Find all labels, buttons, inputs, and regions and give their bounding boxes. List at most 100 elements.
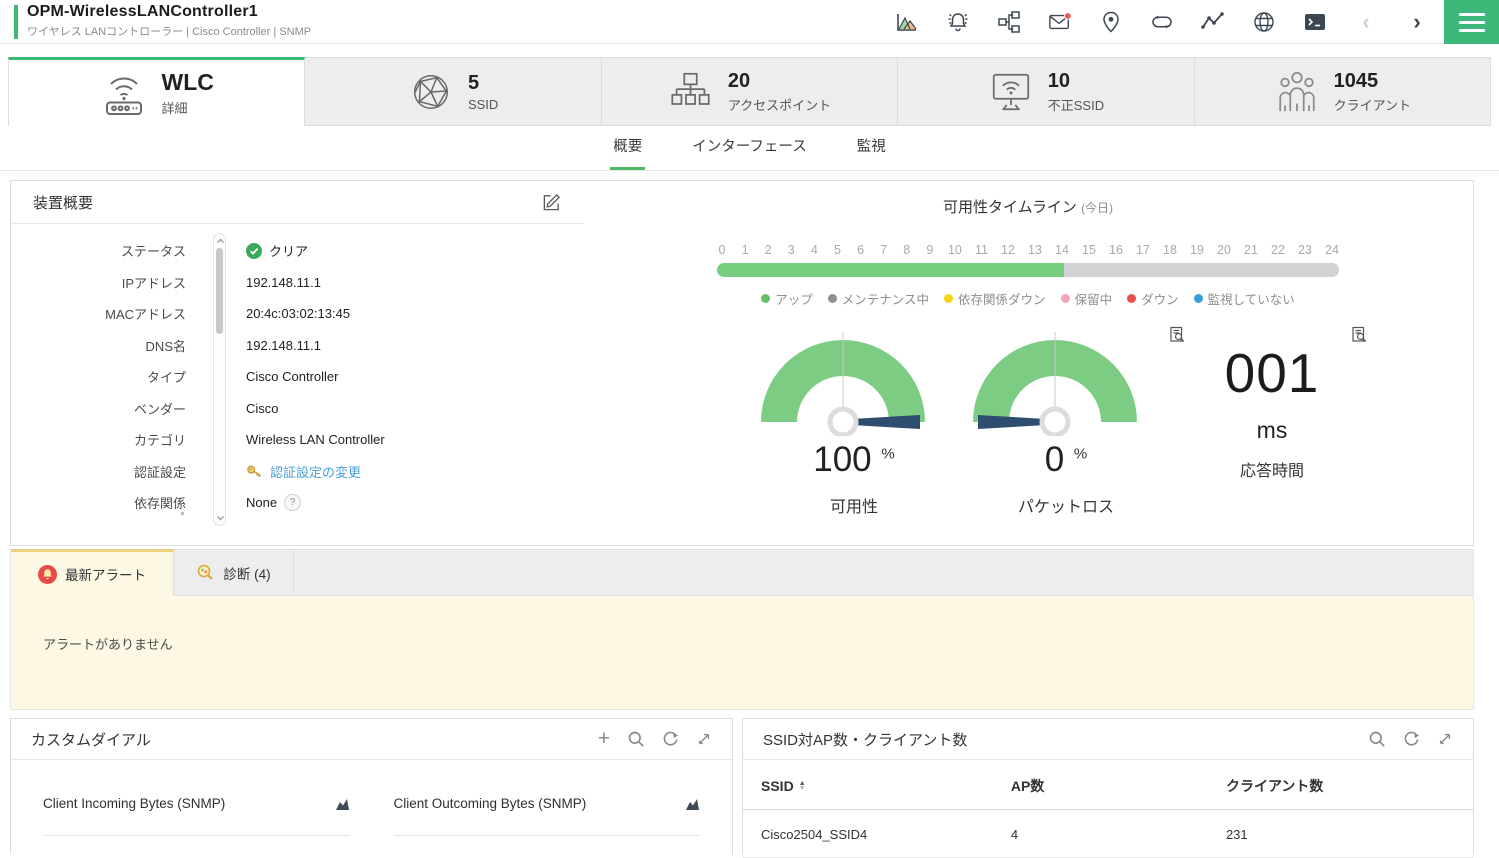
ssid-ap-clients-panel: SSID対AP数・クライアント数 SSID ▲ ▼ AP数 クライアント数 Cis…	[742, 718, 1474, 858]
legend-dot-up	[761, 294, 771, 303]
legend-dot-maintenance	[827, 294, 837, 303]
mail-icon[interactable]	[1048, 10, 1072, 34]
tab-monitoring[interactable]: 監視	[854, 127, 889, 170]
mini-chart-icon	[685, 797, 700, 810]
cell-client-count: 231	[1225, 827, 1248, 842]
chevron-left-icon[interactable]: ‹	[1354, 10, 1378, 34]
alerts-empty-message: アラートがありません	[43, 637, 173, 652]
summary-tab-access-points[interactable]: 20 アクセスポイント	[601, 57, 899, 126]
custom-dials-panel: カスタムダイアル + Client Incoming Bytes (SNMP) …	[10, 718, 733, 854]
status-clear-icon	[246, 242, 262, 259]
alarm-bell-icon[interactable]	[946, 10, 970, 34]
field-credentials: 認証設定 認証設定の変更	[11, 456, 583, 488]
device-summary-title: 装置概要	[33, 194, 94, 212]
workflow-icon[interactable]	[997, 10, 1021, 34]
globe-icon[interactable]	[1252, 10, 1276, 34]
performance-chart-icon[interactable]	[895, 10, 919, 34]
rogue-ssid-monitor-icon	[988, 69, 1034, 115]
availability-gauge: 100 % 可用性	[748, 330, 960, 517]
field-vendor: ベンダー Cisco	[133, 400, 279, 417]
mini-chart-icon	[335, 797, 350, 810]
legend-dot-down	[1127, 294, 1137, 303]
dns-value: 192.148.11.1	[246, 337, 321, 353]
overview-panel: 装置概要 ステータス クリア IPアドレス 192.148.11.1 MACアド…	[10, 180, 1474, 546]
clients-group-icon	[1274, 69, 1320, 115]
summary-tab-clients[interactable]: 1045 クライアント	[1194, 57, 1492, 126]
report-icon[interactable]	[1350, 326, 1368, 344]
tab-diagnostics[interactable]: 診断 (4)	[174, 549, 294, 596]
summary-tab-value: 1045	[1333, 69, 1379, 92]
summary-tab-label: 不正SSID	[1047, 97, 1105, 113]
summary-tab-wlc[interactable]: WLC 詳細	[8, 57, 306, 126]
tab-latest-alerts[interactable]: 最新アラート	[11, 549, 174, 596]
availability-timeline-bar[interactable]	[717, 263, 1339, 277]
dependency-value: None	[246, 495, 278, 511]
ssid-table-row[interactable]: Cisco2504_SSID4 4 231	[743, 810, 1473, 858]
line-graph-icon[interactable]	[1201, 10, 1225, 34]
timeline-legend: アップ メンテナンス中 依存関係ダウン 保留中 ダウン 監視していない	[717, 289, 1339, 308]
refresh-icon[interactable]	[662, 731, 679, 748]
availability-section: 可用性タイムライン (今日) 0 1 2 3 4 5 6 7 8 9 10 11 12 13 14 15 16 1…	[583, 181, 1473, 545]
page-title: OPM-WirelessLANController1	[27, 3, 258, 20]
summary-tab-label: SSID	[467, 96, 499, 112]
expand-icon[interactable]	[1437, 731, 1453, 747]
add-dial-button[interactable]: +	[598, 728, 610, 749]
field-dependency: 依存関係 None ?	[11, 487, 583, 519]
col-ssid-header[interactable]: SSID	[761, 778, 794, 794]
summary-tab-value: 20	[727, 69, 751, 92]
scroll-cutoff-hint	[181, 511, 184, 515]
col-ap-header[interactable]: AP数	[1011, 776, 1226, 796]
nav-tabs: 概要 インターフェース 監視	[0, 127, 1499, 171]
packet-loss-gauge: 0 % パケットロス	[960, 326, 1185, 517]
tab-overview[interactable]: 概要	[610, 127, 646, 170]
summary-tab-value: WLC	[161, 68, 214, 95]
dial-client-incoming-bytes[interactable]: Client Incoming Bytes (SNMP)	[43, 796, 350, 836]
col-clients-header[interactable]: クライアント数	[1226, 776, 1455, 796]
mac-value: 20:4c:03:02:13:45	[246, 306, 351, 322]
cell-ap-count: 4	[1010, 827, 1019, 842]
search-icon[interactable]	[627, 730, 645, 748]
field-ip: IPアドレス 192.148.11.1	[121, 274, 321, 291]
response-time-label: 応答時間	[1239, 463, 1304, 480]
availability-value: 100 %	[813, 440, 895, 479]
packet-loss-label: パケットロス	[1017, 499, 1114, 516]
sort-icon[interactable]: ▲ ▼	[799, 780, 806, 792]
link-loop-icon[interactable]	[1150, 10, 1174, 34]
legend-dot-unmonitored	[1193, 294, 1203, 303]
location-pin-icon[interactable]	[1099, 10, 1123, 34]
field-dns: DNS名 192.148.11.1	[145, 337, 321, 354]
status-value: クリア	[269, 244, 309, 260]
custom-dials-title: カスタムダイアル	[31, 731, 151, 749]
edit-icon[interactable]	[542, 193, 561, 212]
legend-dot-pending	[1060, 294, 1070, 303]
expand-icon[interactable]	[696, 731, 712, 747]
search-icon[interactable]	[1368, 730, 1386, 748]
menu-hamburger-button[interactable]	[1444, 0, 1499, 44]
chevron-right-icon[interactable]: ›	[1405, 10, 1429, 34]
ssid-sphere-icon	[408, 69, 454, 115]
help-icon[interactable]: ?	[284, 494, 302, 512]
tab-interfaces[interactable]: インターフェース	[689, 127, 809, 170]
terminal-icon[interactable]	[1303, 10, 1327, 34]
summary-tab-rogue-ssid[interactable]: 10 不正SSID	[898, 57, 1195, 126]
vendor-value: Cisco	[246, 400, 279, 416]
summary-tab-ssid[interactable]: 5 SSID	[305, 57, 602, 126]
page-subtitle: ワイヤレス LANコントローラー | Cisco Controller | SN…	[27, 26, 312, 38]
dial-client-outcoming-bytes[interactable]: Client Outcoming Bytes (SNMP)	[393, 796, 700, 836]
field-mac: MACアドレス 20:4c:03:02:13:45	[105, 306, 351, 323]
field-status: ステータス クリア	[11, 235, 583, 267]
summary-tab-label: 詳細	[161, 100, 188, 116]
refresh-icon[interactable]	[1403, 731, 1420, 748]
response-time-unit: ms	[1256, 417, 1288, 443]
category-value: Wireless LAN Controller	[246, 432, 385, 448]
device-summary-scrollbar[interactable]	[213, 233, 226, 526]
change-credentials-link[interactable]: 認証設定の変更	[270, 462, 361, 481]
cell-ssid: Cisco2504_SSID4	[761, 827, 868, 842]
key-icon	[246, 464, 263, 479]
field-category: カテゴリ Wireless LAN Controller	[133, 432, 385, 449]
title-accent-bar	[14, 5, 18, 39]
response-time-block: 001 ms 応答時間	[1172, 326, 1372, 517]
alerts-panel: 最新アラート 診断 (4) アラートがありません	[10, 549, 1474, 710]
scrollbar-thumb[interactable]	[216, 248, 223, 334]
alert-bell-badge-icon	[38, 564, 57, 584]
